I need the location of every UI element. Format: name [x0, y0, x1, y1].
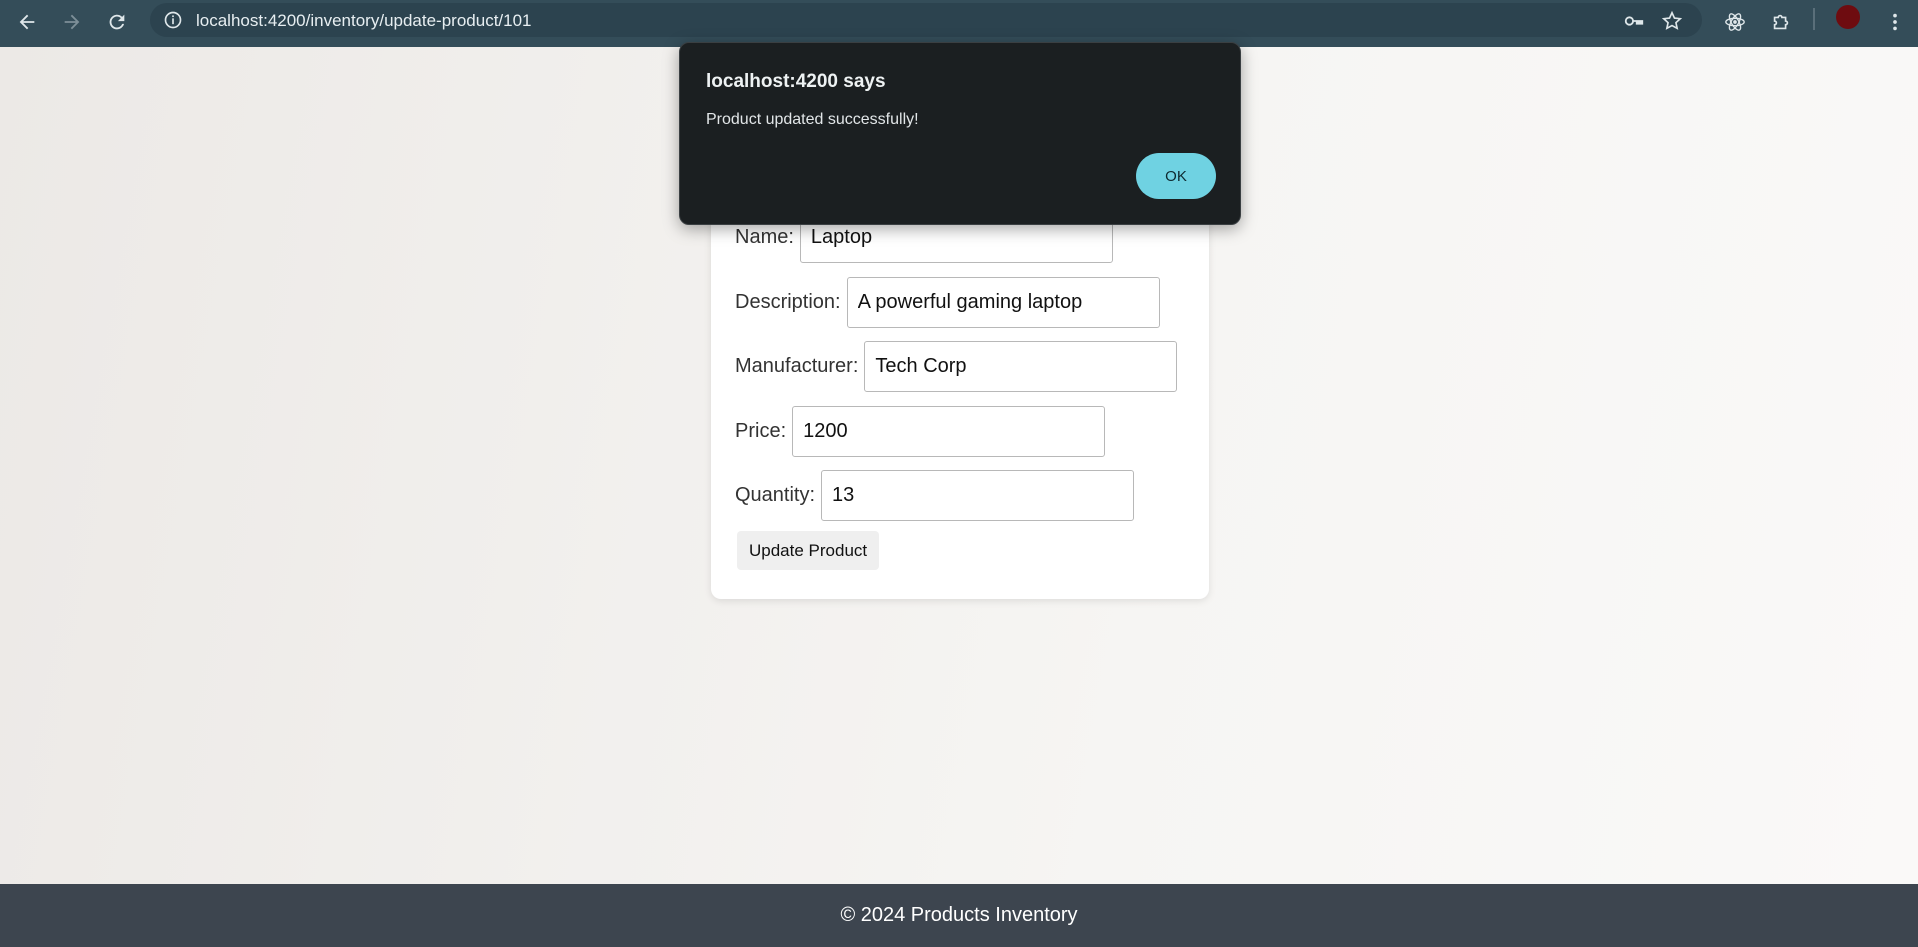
back-arrow-icon [19, 14, 35, 30]
menu-icon[interactable] [1878, 5, 1912, 39]
alert-dialog: localhost:4200 says Product updated succ… [679, 42, 1241, 225]
browser-toolbar: localhost:4200/inventory/update-product/… [0, 0, 1918, 47]
dialog-title: localhost:4200 says [706, 71, 886, 92]
footer-text: © 2024 Products Inventory [840, 904, 1078, 926]
manufacturer-row: Manufacturer: [735, 341, 1178, 392]
key-icon[interactable] [1622, 9, 1646, 33]
star-icon[interactable] [1660, 9, 1684, 33]
name-label: Name: [735, 226, 794, 248]
site-info-icon[interactable] [163, 10, 183, 30]
reload-button[interactable] [100, 5, 134, 39]
quantity-input[interactable] [821, 470, 1135, 521]
profile-avatar[interactable] [1836, 5, 1860, 29]
price-row: Price: [735, 406, 1106, 457]
ok-button[interactable]: OK [1136, 153, 1216, 199]
forward-button[interactable] [55, 5, 89, 39]
description-row: Description: [735, 277, 1160, 328]
description-input[interactable] [846, 277, 1160, 328]
back-button[interactable] [10, 5, 44, 39]
manufacturer-label: Manufacturer: [735, 355, 859, 377]
toolbar-divider [1813, 8, 1815, 30]
forward-arrow-icon [64, 14, 80, 30]
extensions-icon[interactable] [1764, 5, 1798, 39]
footer: © 2024 Products Inventory [0, 884, 1918, 947]
url-text[interactable]: localhost:4200/inventory/update-product/… [196, 11, 532, 31]
dialog-message: Product updated successfully! [706, 111, 919, 128]
manufacturer-input[interactable] [864, 341, 1178, 392]
react-icon[interactable] [1718, 5, 1752, 39]
address-bar[interactable]: localhost:4200/inventory/update-product/… [150, 3, 1702, 37]
price-input[interactable] [792, 406, 1106, 457]
quantity-row: Quantity: [735, 470, 1135, 521]
reload-icon [109, 14, 125, 30]
update-product-button[interactable]: Update Product [737, 531, 880, 570]
description-label: Description: [735, 291, 841, 313]
price-label: Price: [735, 420, 787, 442]
quantity-label: Quantity: [735, 484, 816, 506]
